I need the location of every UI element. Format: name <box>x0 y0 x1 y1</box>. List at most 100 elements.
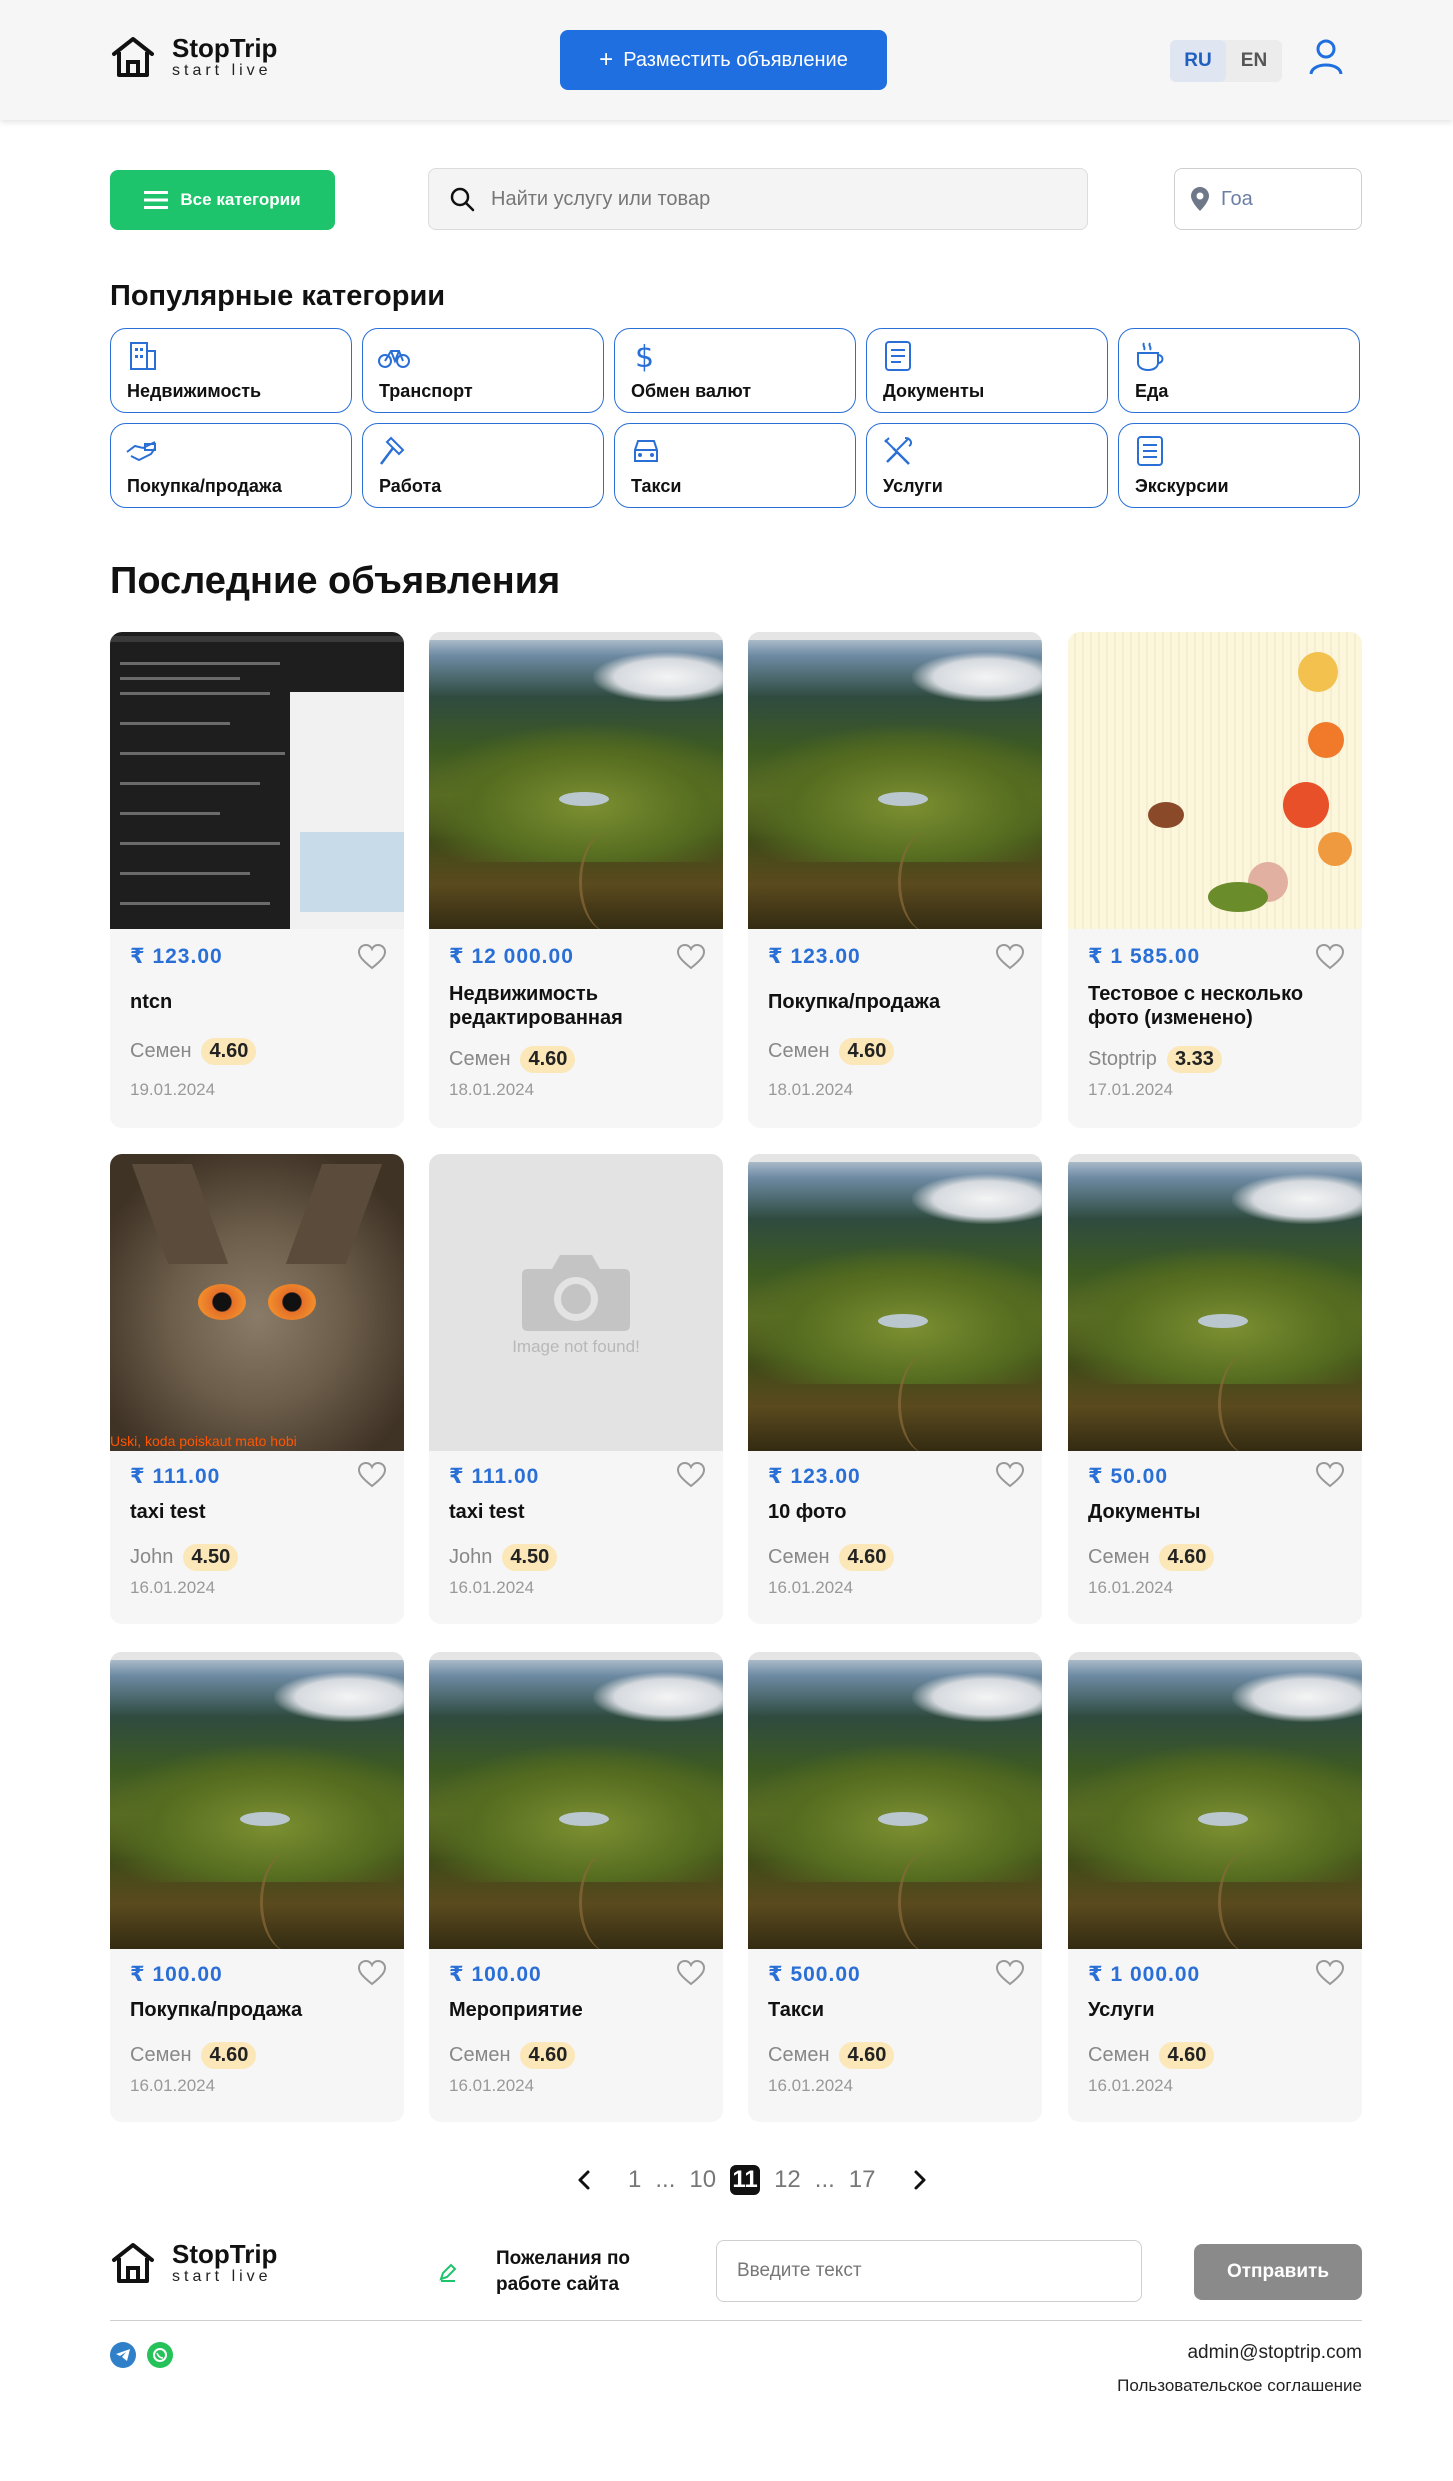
footer-logo[interactable]: StopTrip start live <box>110 2240 277 2286</box>
favorite-heart-icon[interactable] <box>358 944 386 970</box>
location-value: Гоа <box>1221 187 1253 210</box>
listing-card[interactable]: ₹ 50.00 Документы Семен 4.60 16.01.2024 <box>1068 1154 1362 1624</box>
favorite-heart-icon[interactable] <box>677 944 705 970</box>
listing-seller: Семен 4.60 <box>768 1038 895 1065</box>
page-current[interactable]: 11 <box>730 2165 761 2195</box>
listing-seller: Stoptrip 3.33 <box>1088 1046 1222 1073</box>
listing-price: ₹ 123.00 <box>768 945 861 968</box>
page-link[interactable]: 10 <box>689 2166 716 2194</box>
post-ad-button[interactable]: + Разместить объявление <box>560 30 887 90</box>
search-input[interactable] <box>491 187 1051 211</box>
favorite-heart-icon[interactable] <box>996 1960 1024 1986</box>
category-label: Обмен валют <box>631 381 752 401</box>
listing-seller: Семен 4.60 <box>1088 2042 1215 2069</box>
location-pin-icon <box>1191 187 1209 211</box>
logo[interactable]: StopTrip start live <box>110 34 277 80</box>
listing-image <box>1068 1154 1362 1451</box>
category-services[interactable]: Услуги <box>866 423 1108 508</box>
favorite-heart-icon[interactable] <box>358 1960 386 1986</box>
seller-rating: 4.60 <box>520 2042 576 2069</box>
post-ad-label: Разместить объявление <box>623 48 848 71</box>
category-food[interactable]: Еда <box>1118 328 1360 413</box>
listing-card[interactable]: Image not found! ₹ 111.00 taxi test John… <box>429 1154 723 1624</box>
category-label: Транспорт <box>379 381 473 401</box>
listing-price: ₹ 100.00 <box>449 1963 542 1986</box>
seller-rating: 4.60 <box>839 1544 895 1571</box>
user-icon[interactable] <box>1306 36 1346 76</box>
coffee-cup-icon <box>1137 342 1164 372</box>
user-agreement-link[interactable]: Пользовательское соглашение <box>1117 2376 1362 2396</box>
chevron-right-icon[interactable] <box>908 2169 930 2191</box>
listing-card[interactable]: ₹ 123.00 Покупка/продажа Семен 4.60 18.0… <box>748 632 1042 1128</box>
favorite-heart-icon[interactable] <box>1316 944 1344 970</box>
seller-rating: 4.60 <box>1159 2042 1215 2069</box>
send-button[interactable]: Отправить <box>1194 2244 1362 2300</box>
listing-card[interactable]: ₹ 100.00 Покупка/продажа Семен 4.60 16.0… <box>110 1652 404 2122</box>
category-buy-sell[interactable]: Покупка/продажа <box>110 423 352 508</box>
page-link[interactable]: 1 <box>628 2166 641 2194</box>
seller-name: Семен <box>768 1546 830 1568</box>
favorite-heart-icon[interactable] <box>1316 1462 1344 1488</box>
seller-name: John <box>449 1546 493 1568</box>
image-not-found-text: Image not found! <box>512 1336 640 1356</box>
category-taxi[interactable]: Такси <box>614 423 856 508</box>
telegram-icon[interactable] <box>110 2342 136 2368</box>
listing-seller: John 4.50 <box>449 1544 558 1571</box>
category-real-estate[interactable]: Недвижимость <box>110 328 352 413</box>
listing-date: 18.01.2024 <box>768 1080 854 1099</box>
listing-card[interactable]: ₹ 100.00 Мероприятие Семен 4.60 16.01.20… <box>429 1652 723 2122</box>
listing-card[interactable]: ₹ 123.00 10 фото Семен 4.60 16.01.2024 <box>748 1154 1042 1624</box>
chevron-left-icon[interactable] <box>574 2169 596 2191</box>
all-categories-button[interactable]: Все категории <box>110 170 335 230</box>
lang-en-button[interactable]: EN <box>1226 40 1282 82</box>
feedback-input[interactable] <box>716 2240 1142 2302</box>
category-currency-exchange[interactable]: $ Обмен валют <box>614 328 856 413</box>
favorite-heart-icon[interactable] <box>996 1462 1024 1488</box>
page-ellipsis: ... <box>655 2166 676 2193</box>
favorite-heart-icon[interactable] <box>677 1462 705 1488</box>
listing-title: Покупка/продажа <box>130 1999 303 2021</box>
listing-price: ₹ 12 000.00 <box>449 945 574 968</box>
page-link[interactable]: 17 <box>849 2166 876 2194</box>
listing-image <box>429 1652 723 1949</box>
favorite-heart-icon[interactable] <box>677 1960 705 1986</box>
listing-title: ntcn <box>130 991 173 1013</box>
favorite-heart-icon[interactable] <box>1316 1960 1344 1986</box>
latest-listings-title: Последние объявления <box>110 560 561 602</box>
listing-card[interactable]: ₹ 1 000.00 Услуги Семен 4.60 16.01.2024 <box>1068 1652 1362 2122</box>
language-switcher: RU EN <box>1170 40 1282 82</box>
listing-date: 19.01.2024 <box>130 1080 216 1099</box>
favorite-heart-icon[interactable] <box>358 1462 386 1488</box>
whatsapp-icon[interactable] <box>147 2342 173 2368</box>
category-label: Работа <box>379 476 442 496</box>
listing-title: Документы <box>1088 1501 1201 1523</box>
listing-image <box>748 1652 1042 1949</box>
listing-card[interactable]: ₹ 500.00 Такси Семен 4.60 16.01.2024 <box>748 1652 1042 2122</box>
contact-email[interactable]: admin@stoptrip.com <box>1187 2342 1362 2364</box>
seller-rating: 4.50 <box>183 1544 239 1571</box>
category-label: Еда <box>1135 381 1169 401</box>
page-link[interactable]: 12 <box>774 2166 801 2194</box>
seller-name: Семен <box>130 2044 192 2066</box>
listing-price: ₹ 123.00 <box>130 945 223 968</box>
listing-card[interactable]: ₹ 1 585.00 Тестовое с несколько фото (из… <box>1068 632 1362 1128</box>
category-documents[interactable]: Документы <box>866 328 1108 413</box>
listing-price: ₹ 500.00 <box>768 1963 861 1986</box>
listing-image <box>748 632 1042 929</box>
lang-ru-button[interactable]: RU <box>1170 40 1226 82</box>
dollar-icon: $ <box>635 340 654 375</box>
image-caption: Uski, koda poiskaut mato hobi <box>110 1433 297 1449</box>
listing-seller: Семен 4.60 <box>130 1038 257 1065</box>
building-icon <box>130 342 156 370</box>
listing-image: Uski, koda poiskaut mato hobi <box>110 1154 404 1451</box>
favorite-heart-icon[interactable] <box>996 944 1024 970</box>
location-selector[interactable]: Гоа <box>1174 168 1362 230</box>
category-transport[interactable]: Транспорт <box>362 328 604 413</box>
category-work[interactable]: Работа <box>362 423 604 508</box>
listing-card[interactable]: ₹ 123.00 ntcn Семен 4.60 19.01.2024 <box>110 632 404 1128</box>
listing-card[interactable]: ₹ 12 000.00 Недвижимость редактированная… <box>429 632 723 1128</box>
listing-card[interactable]: Uski, koda poiskaut mato hobi ₹ 111.00 t… <box>110 1154 404 1624</box>
category-label: Недвижимость <box>127 381 262 401</box>
listing-image <box>110 632 404 929</box>
category-excursions[interactable]: Экскурсии <box>1118 423 1360 508</box>
